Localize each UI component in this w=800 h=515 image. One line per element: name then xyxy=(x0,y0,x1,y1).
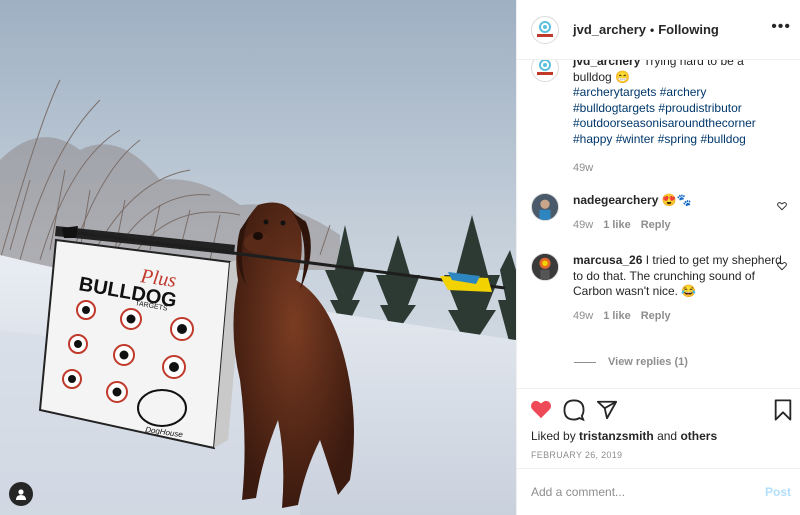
comment-username[interactable]: nadegearchery xyxy=(573,193,658,207)
post-side-panel: jvd_archery • Following ••• jvd_archery … xyxy=(516,0,800,515)
comment-likes[interactable]: 1 like xyxy=(603,310,631,322)
comment-like-icon[interactable] xyxy=(777,261,787,271)
action-icons xyxy=(530,399,618,421)
add-comment-bar: Post xyxy=(517,468,800,515)
hashtag-link[interactable]: #happy xyxy=(573,132,612,146)
comment-username[interactable]: marcusa_26 xyxy=(573,253,642,267)
view-replies-label: View replies (1) xyxy=(608,356,688,368)
comment-text: 😍🐾 xyxy=(661,193,692,207)
header-username[interactable]: jvd_archery xyxy=(573,22,646,37)
comment-time[interactable]: 49w xyxy=(573,219,593,231)
comment-meta: 49w 1 like Reply xyxy=(573,310,783,322)
caption-username[interactable]: jvd_archery xyxy=(573,60,640,68)
likes-and: and xyxy=(657,429,678,443)
share-icon[interactable] xyxy=(596,399,618,421)
heart-icon[interactable] xyxy=(530,399,552,419)
post-header: jvd_archery • Following ••• xyxy=(517,0,800,60)
caption-time[interactable]: 49w xyxy=(573,162,593,174)
more-options-button[interactable]: ••• xyxy=(771,19,791,35)
comment-time[interactable]: 49w xyxy=(573,310,593,322)
user-avatar-icon xyxy=(532,254,558,280)
comment-icon[interactable] xyxy=(563,399,585,421)
post-date[interactable]: FEBRUARY 26, 2019 xyxy=(531,450,622,460)
comments-list[interactable]: jvd_archery Trying hard to be a bulldog … xyxy=(517,60,800,388)
liked-by-user-link[interactable]: tristanzsmith xyxy=(579,429,654,443)
post-photo[interactable]: Plus BULLDOG TARGETS DogHouse xyxy=(0,0,516,515)
reply-button[interactable]: Reply xyxy=(641,219,671,231)
hashtag-link[interactable]: #proudistributor xyxy=(658,101,741,115)
photo-image: Plus BULLDOG TARGETS DogHouse xyxy=(0,0,516,515)
view-replies-button[interactable]: View replies (1) xyxy=(574,356,688,368)
comment-item: nadegearchery 😍🐾 49w 1 like Reply xyxy=(531,193,791,231)
caption-avatar[interactable] xyxy=(531,60,559,82)
caption-meta: 49w xyxy=(573,162,783,174)
header-separator: • xyxy=(650,22,655,37)
post-comment-button[interactable]: Post xyxy=(765,485,791,499)
jvd-archery-logo-icon xyxy=(537,60,553,75)
likes-summary: Liked by tristanzsmith and others xyxy=(531,429,717,443)
reply-button[interactable]: Reply xyxy=(641,310,671,322)
bookmark-icon[interactable] xyxy=(773,399,793,421)
likes-prefix: Liked by xyxy=(531,429,576,443)
follow-status-button[interactable]: Following xyxy=(658,22,719,37)
hashtag-link[interactable]: #archery xyxy=(660,85,707,99)
hashtag-link[interactable]: #spring xyxy=(658,132,697,146)
comment-input[interactable] xyxy=(531,485,765,499)
hashtag-link[interactable]: #bulldog xyxy=(700,132,745,146)
user-tag-button[interactable] xyxy=(9,482,33,506)
comment-avatar[interactable] xyxy=(531,253,559,281)
caption: jvd_archery Trying hard to be a bulldog … xyxy=(531,60,791,174)
user-tag-icon xyxy=(16,489,26,500)
view-replies-line xyxy=(574,361,596,363)
comment-likes[interactable]: 1 like xyxy=(603,219,631,231)
comment-meta: 49w 1 like Reply xyxy=(573,219,783,231)
avatar[interactable] xyxy=(531,15,559,44)
user-avatar-icon xyxy=(532,194,558,220)
jvd-archery-logo-icon xyxy=(537,20,553,37)
likes-others-link[interactable]: others xyxy=(680,429,717,443)
hashtag-link[interactable]: #winter xyxy=(616,132,655,146)
hashtag-link[interactable]: #outdoorseasonisaroundthecorner xyxy=(573,116,756,130)
comment-like-icon[interactable] xyxy=(777,201,787,211)
hashtag-link[interactable]: #archerytargets xyxy=(573,85,656,99)
hashtag-link[interactable]: #bulldogtargets xyxy=(573,101,655,115)
post-actions: Liked by tristanzsmith and others FEBRUA… xyxy=(517,388,800,468)
comment-avatar[interactable] xyxy=(531,193,559,221)
comment-item: marcusa_26 I tried to get my shepherd to… xyxy=(531,253,791,322)
